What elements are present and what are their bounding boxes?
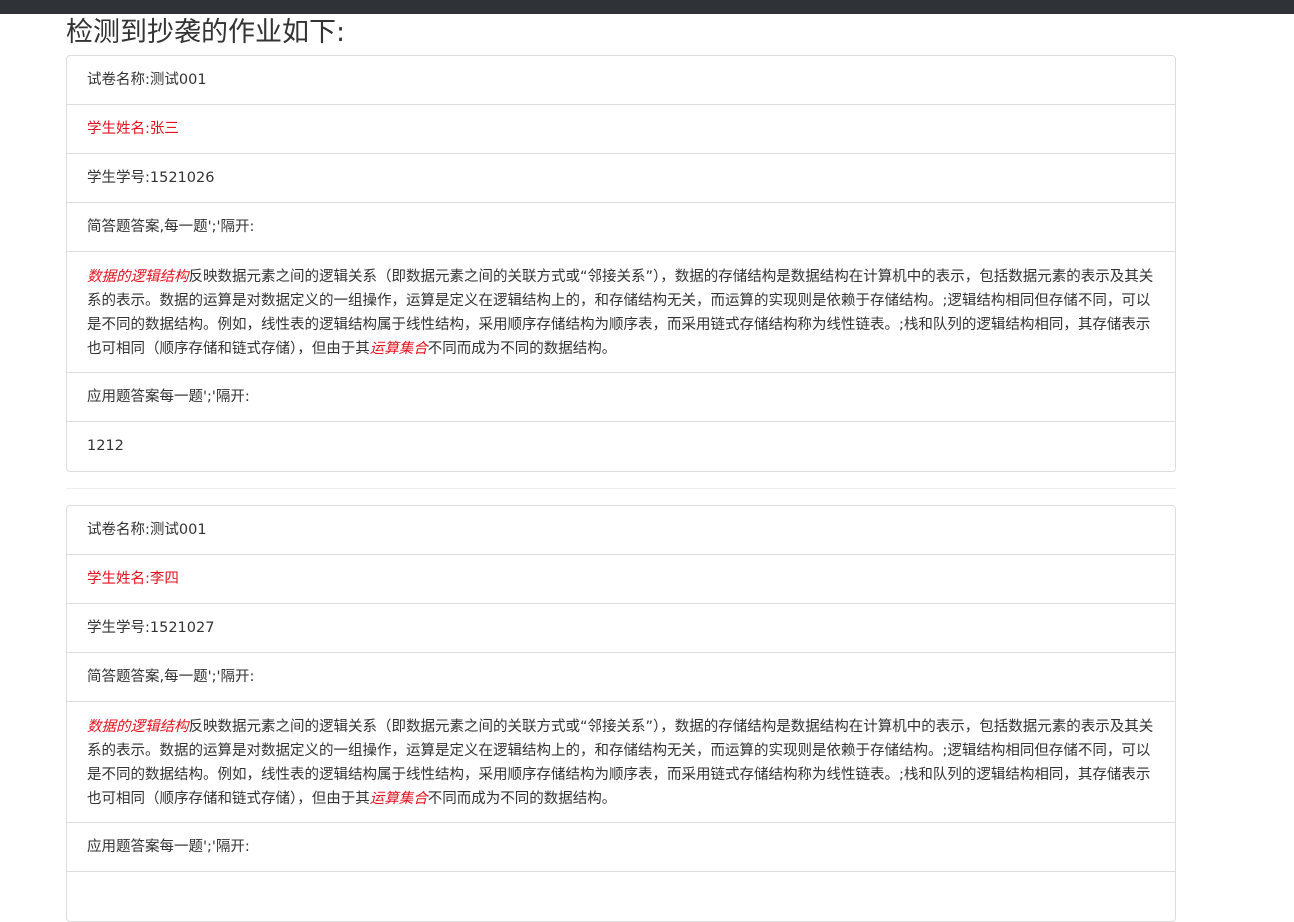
application-label-row: 应用题答案每一题';'隔开: — [67, 823, 1175, 872]
application-answer-row: 1212 — [87, 438, 124, 454]
student-name-row: 学生姓名:李四 — [67, 555, 1175, 604]
application-answer-row — [67, 872, 1175, 921]
plagiarism-record-panel: 试卷名称:测试001 学生姓名:李四 学生学号:1521027 简答题答案,每一… — [66, 505, 1176, 922]
plagiarism-record-panel: 试卷名称:测试001 学生姓名:张三 学生学号:1521026 简答题答案,每一… — [66, 55, 1176, 472]
exam-name-row: 试卷名称:测试001 — [67, 56, 1175, 105]
main-container: 检测到抄袭的作业如下: 试卷名称:测试001 学生姓名:张三 学生学号:1521… — [66, 14, 1176, 922]
record-divider — [66, 488, 1176, 489]
student-id-row: 学生学号:1521027 — [67, 604, 1175, 653]
student-name-row: 学生姓名:张三 — [67, 105, 1175, 154]
short-answer-tail: 不同而成为不同的数据结构。 — [427, 341, 617, 357]
short-answer-text: 反映数据元素之间的逻辑关系（即数据元素之间的关联方式或“邻接关系”），数据的存储… — [87, 719, 1154, 807]
plagiarized-highlight: 运算集合 — [369, 791, 428, 807]
short-answer-text: 反映数据元素之间的逻辑关系（即数据元素之间的关联方式或“邻接关系”），数据的存储… — [87, 269, 1154, 357]
application-label-row: 应用题答案每一题';'隔开: — [67, 373, 1175, 422]
plagiarized-highlight: 数据的逻辑结构 — [87, 269, 189, 285]
short-answer-tail: 不同而成为不同的数据结构。 — [427, 791, 617, 807]
exam-name-row: 试卷名称:测试001 — [67, 506, 1175, 555]
short-answer-label-row: 简答题答案,每一题';'隔开: — [67, 653, 1175, 702]
short-answer-content-row: 数据的逻辑结构反映数据元素之间的逻辑关系（即数据元素之间的关联方式或“邻接关系”… — [67, 252, 1175, 373]
short-answer-label-row: 简答题答案,每一题';'隔开: — [67, 203, 1175, 252]
short-answer-content-row: 数据的逻辑结构反映数据元素之间的逻辑关系（即数据元素之间的关联方式或“邻接关系”… — [67, 702, 1175, 823]
plagiarized-highlight: 数据的逻辑结构 — [87, 719, 189, 735]
page-title: 检测到抄袭的作业如下: — [66, 17, 346, 48]
top-navbar — [0, 0, 1294, 14]
student-id-row: 学生学号:1521026 — [67, 154, 1175, 203]
plagiarized-highlight: 运算集合 — [369, 341, 428, 357]
